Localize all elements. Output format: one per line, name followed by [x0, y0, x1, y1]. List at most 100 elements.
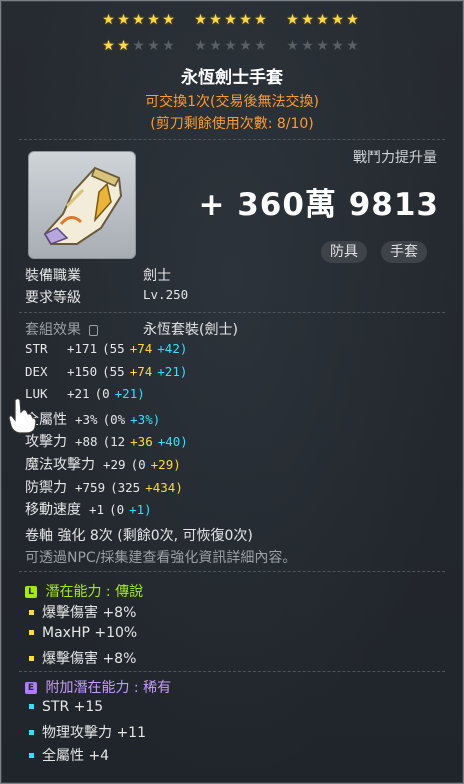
stat-row: 全屬性 +3% (0% +3%) [25, 409, 165, 429]
bullet-icon [29, 729, 34, 735]
star-group: ★ ★ ★ ★ ★ [193, 13, 285, 28]
stat-base: (0 [109, 502, 125, 518]
stat-b: +40) [157, 434, 188, 450]
additional-line-text: 物理攻擊力 +11 [42, 725, 146, 741]
star-empty-icon: ★ [147, 38, 160, 54]
star-empty-icon: ★ [331, 38, 344, 54]
additional-potential-sep: : [133, 680, 139, 696]
star-filled-icon: ★ [102, 38, 115, 54]
star-force-row-1: ★ ★ ★ ★ ★ ★ ★ ★ ★ ★ ★ ★ ★ ★ ★ [101, 13, 377, 28]
additional-potential-title: 附加潛在能力 [45, 680, 130, 696]
additional-line: 全屬性 +4 [29, 745, 109, 765]
star-filled-icon: ★ [254, 12, 267, 28]
item-icon-frame [28, 151, 136, 259]
epic-badge-icon: E [25, 682, 37, 694]
star-filled-icon: ★ [102, 12, 115, 28]
potential-line-text: 爆擊傷害 +8% [42, 605, 137, 621]
potential-line-text: 爆擊傷害 +8% [42, 651, 137, 667]
stat-name: 攻擊力 [25, 434, 67, 451]
stat-base: (0 [94, 386, 110, 402]
stat-name: 魔法攻擊力 [25, 457, 95, 473]
star-empty-icon: ★ [209, 38, 222, 54]
stat-row: 防禦力 +759 (325 +434) [25, 477, 188, 497]
star-empty-icon: ★ [301, 38, 314, 54]
star-empty-icon: ★ [316, 38, 329, 54]
stat-b: +29) [150, 457, 181, 472]
additional-potential-header: E 附加潛在能力 : 稀有 [25, 677, 171, 697]
star-filled-icon: ★ [194, 12, 207, 28]
stat-row: 魔法攻擊力 +29 (0 +29) [25, 454, 186, 474]
stat-a: +36 [130, 434, 153, 450]
star-filled-icon: ★ [346, 12, 359, 28]
star-group: ★ ★ ★ ★ ★ [285, 13, 377, 28]
additional-line-text: STR +15 [42, 699, 104, 715]
star-filled-icon: ★ [132, 12, 145, 28]
stat-row: STR +171 (55 +74 +42) [25, 341, 192, 357]
stat-row: 移動速度 +1 (0 +1) [25, 499, 157, 519]
stat-base: (325 [110, 479, 141, 495]
star-group: ★ ★ ★ ★ ★ [193, 39, 285, 54]
stat-row: LUK +21 (0 +21) [25, 386, 150, 402]
scroll-info: 卷軸 強化 8次 (剩餘0次, 可恢復0次) [25, 528, 253, 544]
item-tooltip: ★ ★ ★ ★ ★ ★ ★ ★ ★ ★ ★ ★ ★ ★ ★ ★ ★ ★ ★ ★ ★ ★ ★ ★ ★ ★ ★ ★ ★ ★ 永恆劍士手套 可… [0, 0, 464, 784]
star-group: ★ ★ ★ ★ ★ [285, 39, 377, 54]
stat-base: (55 [102, 341, 125, 356]
hand-cursor-icon [8, 397, 37, 434]
bullet-icon [29, 703, 34, 709]
level-value: Lv.250 [143, 287, 189, 302]
star-empty-icon: ★ [162, 38, 175, 54]
star-empty-icon: ★ [224, 38, 237, 54]
star-filled-icon: ★ [117, 12, 130, 28]
stat-row: DEX +150 (55 +74 +21) [25, 364, 192, 380]
stat-a: +434) [145, 479, 183, 495]
stat-name: 移動速度 [25, 502, 81, 519]
stat-total: +171 [67, 341, 98, 356]
tag-armor: 防具 [321, 241, 367, 263]
star-filled-icon: ★ [209, 12, 222, 28]
potential-line: 爆擊傷害 +8% [29, 648, 136, 668]
star-group: ★ ★ ★ ★ ★ [101, 39, 193, 54]
stat-a: +74 [129, 363, 153, 379]
star-filled-icon: ★ [147, 12, 160, 28]
bullet-icon [29, 629, 34, 635]
combat-power-value: + 360萬 9813 [198, 187, 439, 223]
star-filled-icon: ★ [301, 12, 314, 28]
stat-total: +88 [75, 434, 98, 450]
star-filled-icon: ★ [331, 12, 344, 28]
lock-icon [89, 324, 99, 336]
stat-a: +74 [129, 341, 153, 356]
star-filled-icon: ★ [286, 12, 299, 28]
combat-power-label: 戰鬥力提升量 [353, 150, 437, 166]
divider [19, 671, 445, 673]
glove-icon [43, 166, 123, 245]
potential-sep: : [105, 584, 111, 600]
star-filled-icon: ★ [239, 12, 252, 28]
potential-line: 爆擊傷害 +8% [29, 602, 136, 622]
stat-total: +3% [75, 411, 98, 427]
additional-line: STR +15 [29, 699, 103, 715]
bullet-icon [29, 609, 34, 615]
stat-b: +21) [157, 363, 188, 379]
potential-header: L 潛在能力 : 傳說 [25, 581, 143, 601]
item-name: 永恆劍士手套 [181, 68, 283, 88]
star-empty-icon: ★ [346, 38, 359, 54]
potential-grade: 傳說 [115, 584, 144, 600]
stat-base: (0% [102, 411, 126, 427]
divider [19, 571, 445, 573]
set-effect-value: 永恆套裝(劍士) [143, 322, 238, 338]
star-filled-icon: ★ [162, 12, 175, 28]
star-group: ★ ★ ★ ★ ★ [101, 13, 193, 28]
divider [19, 312, 445, 314]
potential-title: 潛在能力 [45, 584, 102, 600]
star-empty-icon: ★ [132, 38, 145, 54]
bullet-icon [29, 655, 34, 661]
job-label: 裝備職業 [25, 268, 81, 284]
stat-b: +42) [157, 341, 188, 356]
stat-base: (55 [102, 363, 125, 379]
scroll-hint: 可透過NPC/採集建查看強化資訊詳細內容。 [25, 550, 297, 566]
stat-b: +3%) [130, 411, 161, 427]
stat-b: +21) [114, 386, 145, 402]
star-empty-icon: ★ [286, 38, 299, 54]
level-label: 要求等級 [25, 290, 81, 306]
stat-base: (12 [102, 434, 126, 450]
